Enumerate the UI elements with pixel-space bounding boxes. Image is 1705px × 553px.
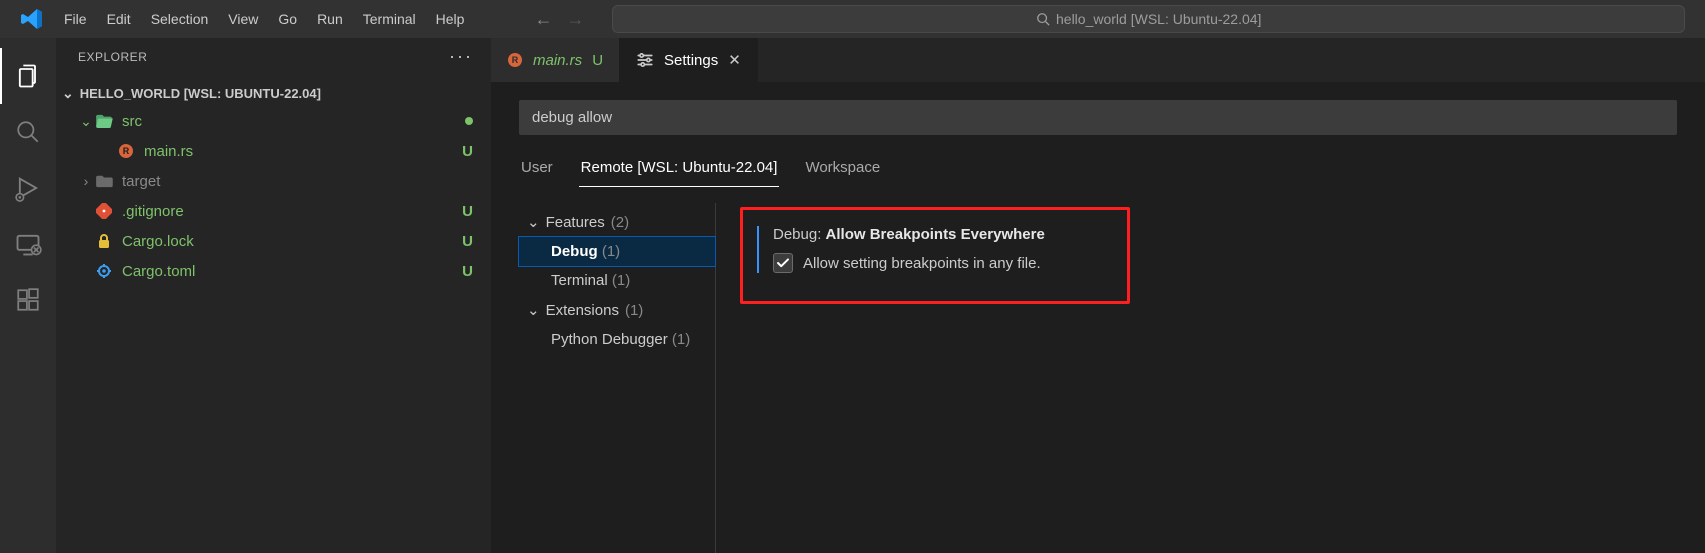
tab-settings[interactable]: Settings ✕ [620,38,758,82]
gear-file-icon [94,263,114,279]
activity-explorer-icon[interactable] [0,48,56,104]
explorer-sidebar: EXPLORER ··· ⌄ HELLO_WORLD [WSL: UBUNTU-… [56,38,491,553]
command-center-text: hello_world [WSL: Ubuntu-22.04] [1056,11,1261,27]
chevron-down-icon: ⌄ [527,213,540,231]
folder-open-icon [94,114,114,128]
setting-title: Debug: Allow Breakpoints Everywhere [773,226,1107,243]
setting-description: Allow setting breakpoints in any file. [803,255,1041,272]
tab-main-rs[interactable]: R main.rs U [491,38,620,82]
tree-folder-target[interactable]: › target [56,166,491,196]
scope-tab-workspace[interactable]: Workspace [803,153,882,187]
settings-toc: ⌄ Features (2) Debug (1) Terminal (1) ⌄ [491,203,716,553]
git-status-badge: U [462,263,473,280]
chevron-right-icon: › [78,173,94,189]
toc-item-python-debugger[interactable]: Python Debugger (1) [519,325,715,354]
rust-file-icon: R [116,143,136,159]
activity-search-icon[interactable] [0,104,56,160]
nav-forward-icon[interactable]: → [566,9,584,30]
file-tree: ⌄ src R main.rs U › [56,106,491,286]
settings-scope-tabs: User Remote [WSL: Ubuntu-22.04] Workspac… [491,153,1705,187]
editor-group: R main.rs U Settings ✕ User Remote [WSL:… [491,38,1705,553]
explorer-more-icon[interactable]: ··· [449,46,473,67]
menu-view[interactable]: View [218,5,268,33]
nav-arrows: ← → [534,9,584,30]
menu-run[interactable]: Run [307,5,353,33]
tree-label: Cargo.lock [122,233,462,250]
menu-file[interactable]: File [54,5,97,33]
git-file-icon [94,203,114,219]
git-status-badge: U [462,143,473,160]
tree-folder-src[interactable]: ⌄ src [56,106,491,136]
nav-back-icon[interactable]: ← [534,9,552,30]
folder-icon [94,174,114,188]
lock-file-icon [94,233,114,249]
git-status-badge: U [462,233,473,250]
svg-text:R: R [512,55,519,65]
menu-go[interactable]: Go [268,5,307,33]
scope-tab-remote[interactable]: Remote [WSL: Ubuntu-22.04] [579,153,780,187]
menu-terminal[interactable]: Terminal [353,5,426,33]
settings-results: Debug: Allow Breakpoints Everywhere Allo… [716,203,1705,553]
tree-file-main-rs[interactable]: R main.rs U [56,136,491,166]
scope-tab-user[interactable]: User [519,153,555,187]
command-center[interactable]: hello_world [WSL: Ubuntu-22.04] [612,5,1685,33]
setting-checkbox[interactable] [773,253,793,273]
tree-label: .gitignore [122,203,462,220]
tree-label: src [122,113,465,130]
explorer-title: EXPLORER [78,50,147,64]
toc-group-extensions[interactable]: ⌄ Extensions (1) [519,295,715,325]
tree-file-cargo-toml[interactable]: Cargo.toml U [56,256,491,286]
toc-group-features[interactable]: ⌄ Features (2) [519,207,715,237]
tree-file-gitignore[interactable]: .gitignore U [56,196,491,226]
tree-label: main.rs [144,143,462,160]
chevron-down-icon: ⌄ [527,301,540,319]
svg-text:R: R [123,146,130,156]
settings-editor: User Remote [WSL: Ubuntu-22.04] Workspac… [491,82,1705,553]
chevron-down-icon: ⌄ [78,113,94,130]
activity-remote-icon[interactable] [0,216,56,272]
tab-label: Settings [664,52,718,69]
vscode-logo-icon [20,7,44,31]
tab-label: main.rs [533,52,582,69]
menu-selection[interactable]: Selection [141,5,219,33]
explorer-folder-name: HELLO_WORLD [WSL: UBUNTU-22.04] [80,86,321,101]
tree-label: Cargo.toml [122,263,462,280]
toc-item-debug[interactable]: Debug (1) [519,237,715,266]
tree-label: target [122,173,473,190]
title-bar: File Edit Selection View Go Run Terminal… [0,0,1705,38]
tree-file-cargo-lock[interactable]: Cargo.lock U [56,226,491,256]
chevron-down-icon: ⌄ [62,85,74,102]
settings-search-input[interactable] [519,100,1677,135]
menu-help[interactable]: Help [426,5,475,33]
editor-tabs: R main.rs U Settings ✕ [491,38,1705,82]
close-tab-icon[interactable]: ✕ [728,51,741,69]
activity-extensions-icon[interactable] [0,272,56,328]
toc-item-terminal[interactable]: Terminal (1) [519,266,715,295]
activity-bar [0,38,56,553]
settings-tab-icon [636,51,654,69]
search-icon [1036,12,1050,26]
rust-file-icon: R [507,52,523,68]
activity-run-debug-icon[interactable] [0,160,56,216]
menu-bar: File Edit Selection View Go Run Terminal… [54,5,474,33]
git-status-badge: U [592,52,603,69]
explorer-folder-header[interactable]: ⌄ HELLO_WORLD [WSL: UBUNTU-22.04] [56,81,491,106]
menu-edit[interactable]: Edit [97,5,141,33]
git-modified-dot-icon [465,117,473,125]
setting-allow-breakpoints-everywhere: Debug: Allow Breakpoints Everywhere Allo… [757,226,1107,273]
highlight-annotation: Debug: Allow Breakpoints Everywhere Allo… [740,207,1130,304]
git-status-badge: U [462,203,473,220]
